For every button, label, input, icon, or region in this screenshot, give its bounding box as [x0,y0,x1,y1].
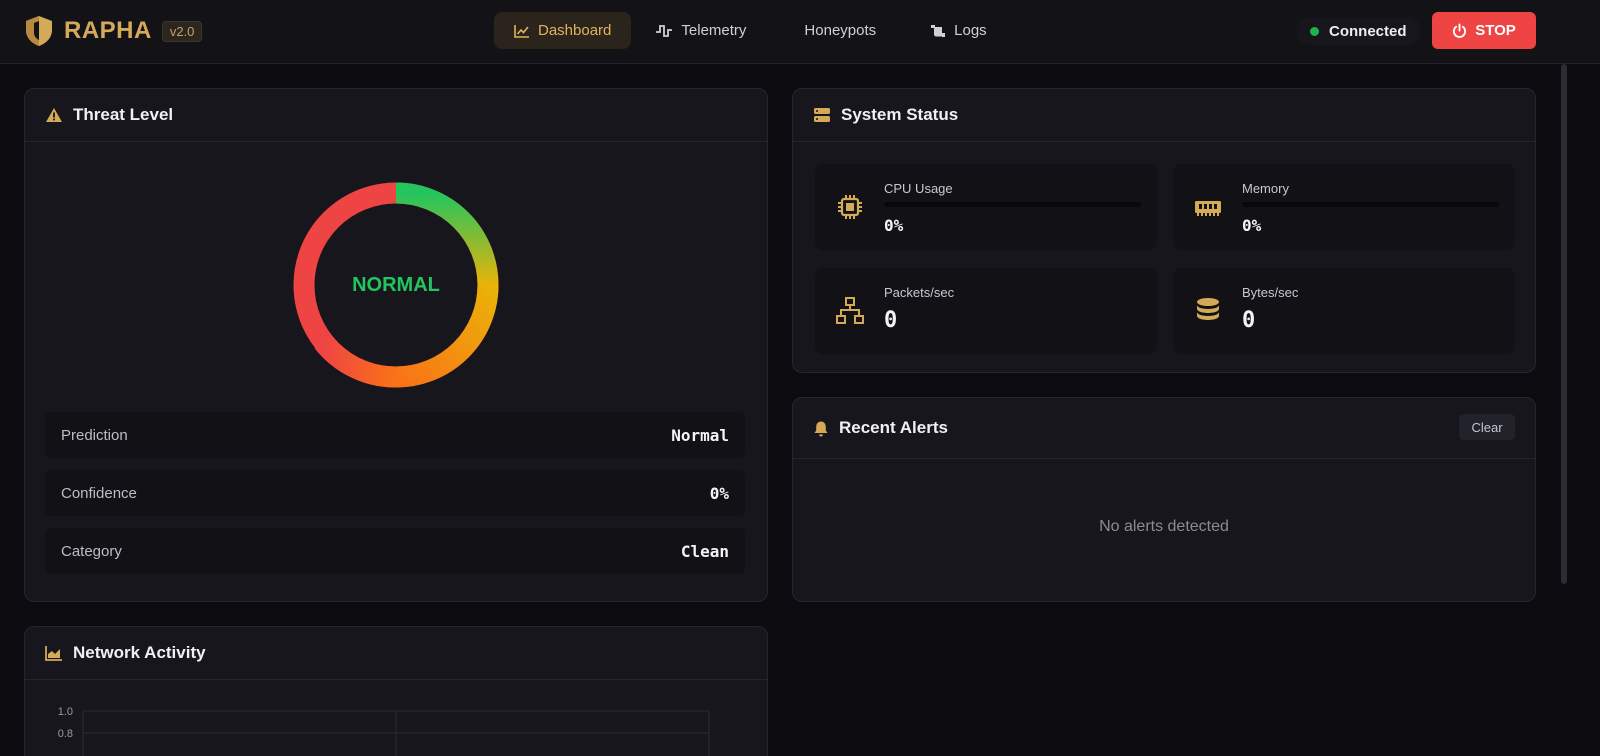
nav-dashboard-label: Dashboard [538,22,612,39]
threat-level-header: Threat Level [25,89,767,142]
scrollbar-thumb[interactable] [1561,64,1567,584]
main-nav: Dashboard Telemetry Honeypots Logs [494,12,1007,49]
cpu-usage-bar [884,202,1141,207]
clear-alerts-button[interactable]: Clear [1459,414,1515,440]
bytes-label: Bytes/sec [1242,285,1299,300]
connection-status-label: Connected [1329,22,1407,40]
shield-icon [26,16,52,46]
threat-gauge: NORMAL [293,182,499,388]
nav-honeypots[interactable]: Honeypots [770,12,910,49]
packets-tile: Packets/sec 0 [815,268,1157,354]
scroll-icon [931,24,946,37]
prediction-label: Prediction [61,426,128,444]
cpu-usage-label: CPU Usage [884,181,953,196]
recent-alerts-header: Recent Alerts Clear [793,398,1535,459]
network-activity-title: Network Activity [73,643,206,662]
network-activity-header: Network Activity [25,627,767,680]
memory-tile: Memory 0% [1173,164,1515,250]
nav-honeypots-label: Honeypots [804,22,877,39]
cpu-icon [838,195,862,219]
y-tick-label: 0.8 [58,728,73,740]
cpu-usage-value: 0% [884,216,904,235]
system-status-card: System Status CPU Usage 0% Memory 0% Pac… [792,88,1536,373]
no-alerts-message: No alerts detected [1099,518,1229,535]
chart-y-ticks: 1.0 0.8 [58,706,73,740]
network-activity-card: Network Activity 1.0 0.8 [24,626,768,756]
version-badge: v2.0 [161,20,203,42]
recent-alerts-title: Recent Alerts [839,418,948,437]
chart-line-icon [514,24,529,38]
confidence-value: 0% [709,483,729,503]
bell-icon [814,421,828,436]
memory-icon [1195,201,1221,216]
recent-alerts-card: Recent Alerts Clear No alerts detected [792,397,1536,602]
nav-dashboard[interactable]: Dashboard [494,12,632,49]
category-value: Clean [680,541,729,561]
prediction-row: Prediction Normal [45,412,745,458]
memory-label: Memory [1242,181,1289,196]
system-status-header: System Status [793,89,1535,142]
y-tick-label: 1.0 [58,706,73,718]
power-icon [1453,23,1467,38]
nav-telemetry-label: Telemetry [681,22,747,39]
cpu-usage-tile: CPU Usage 0% [815,164,1157,250]
prediction-value: Normal [671,425,729,445]
memory-value: 0% [1242,216,1262,235]
area-chart-icon [45,646,62,661]
network-icon [836,297,864,324]
packets-label: Packets/sec [884,285,955,300]
brand-name: RAPHA [64,17,152,44]
nav-logs[interactable]: Logs [914,12,1003,49]
network-activity-chart: 1.0 0.8 [58,706,710,756]
confidence-label: Confidence [61,484,137,502]
stop-button-label: STOP [1475,22,1516,39]
nav-telemetry[interactable]: Telemetry [635,12,766,49]
threat-level-card: Threat Level NORMAL Prediction Normal Co… [24,88,768,602]
connection-status: Connected [1296,17,1421,45]
server-icon [814,108,830,122]
packets-value: 0 [884,308,898,333]
category-label: Category [61,542,122,560]
status-dot-icon [1310,26,1319,36]
threat-level-title: Threat Level [73,105,174,124]
bytes-tile: Bytes/sec 0 [1173,268,1515,354]
system-status-title: System Status [841,105,959,124]
bytes-value: 0 [1242,308,1256,333]
stop-button[interactable]: STOP [1432,12,1536,49]
top-header: RAPHA v2.0 Dashboard Telemetry Honeypots [0,0,1600,64]
nav-logs-label: Logs [954,22,987,39]
memory-bar [1242,202,1499,207]
brand[interactable]: RAPHA v2.0 [24,14,203,48]
pulse-icon [656,24,673,37]
page-scrollbar[interactable] [1560,64,1568,756]
category-row: Category Clean [45,528,745,574]
chart-gridlines [82,710,710,756]
threat-gauge-label: NORMAL [352,273,440,296]
database-icon [1197,298,1219,320]
confidence-row: Confidence 0% [45,470,745,516]
warning-icon [46,108,62,122]
